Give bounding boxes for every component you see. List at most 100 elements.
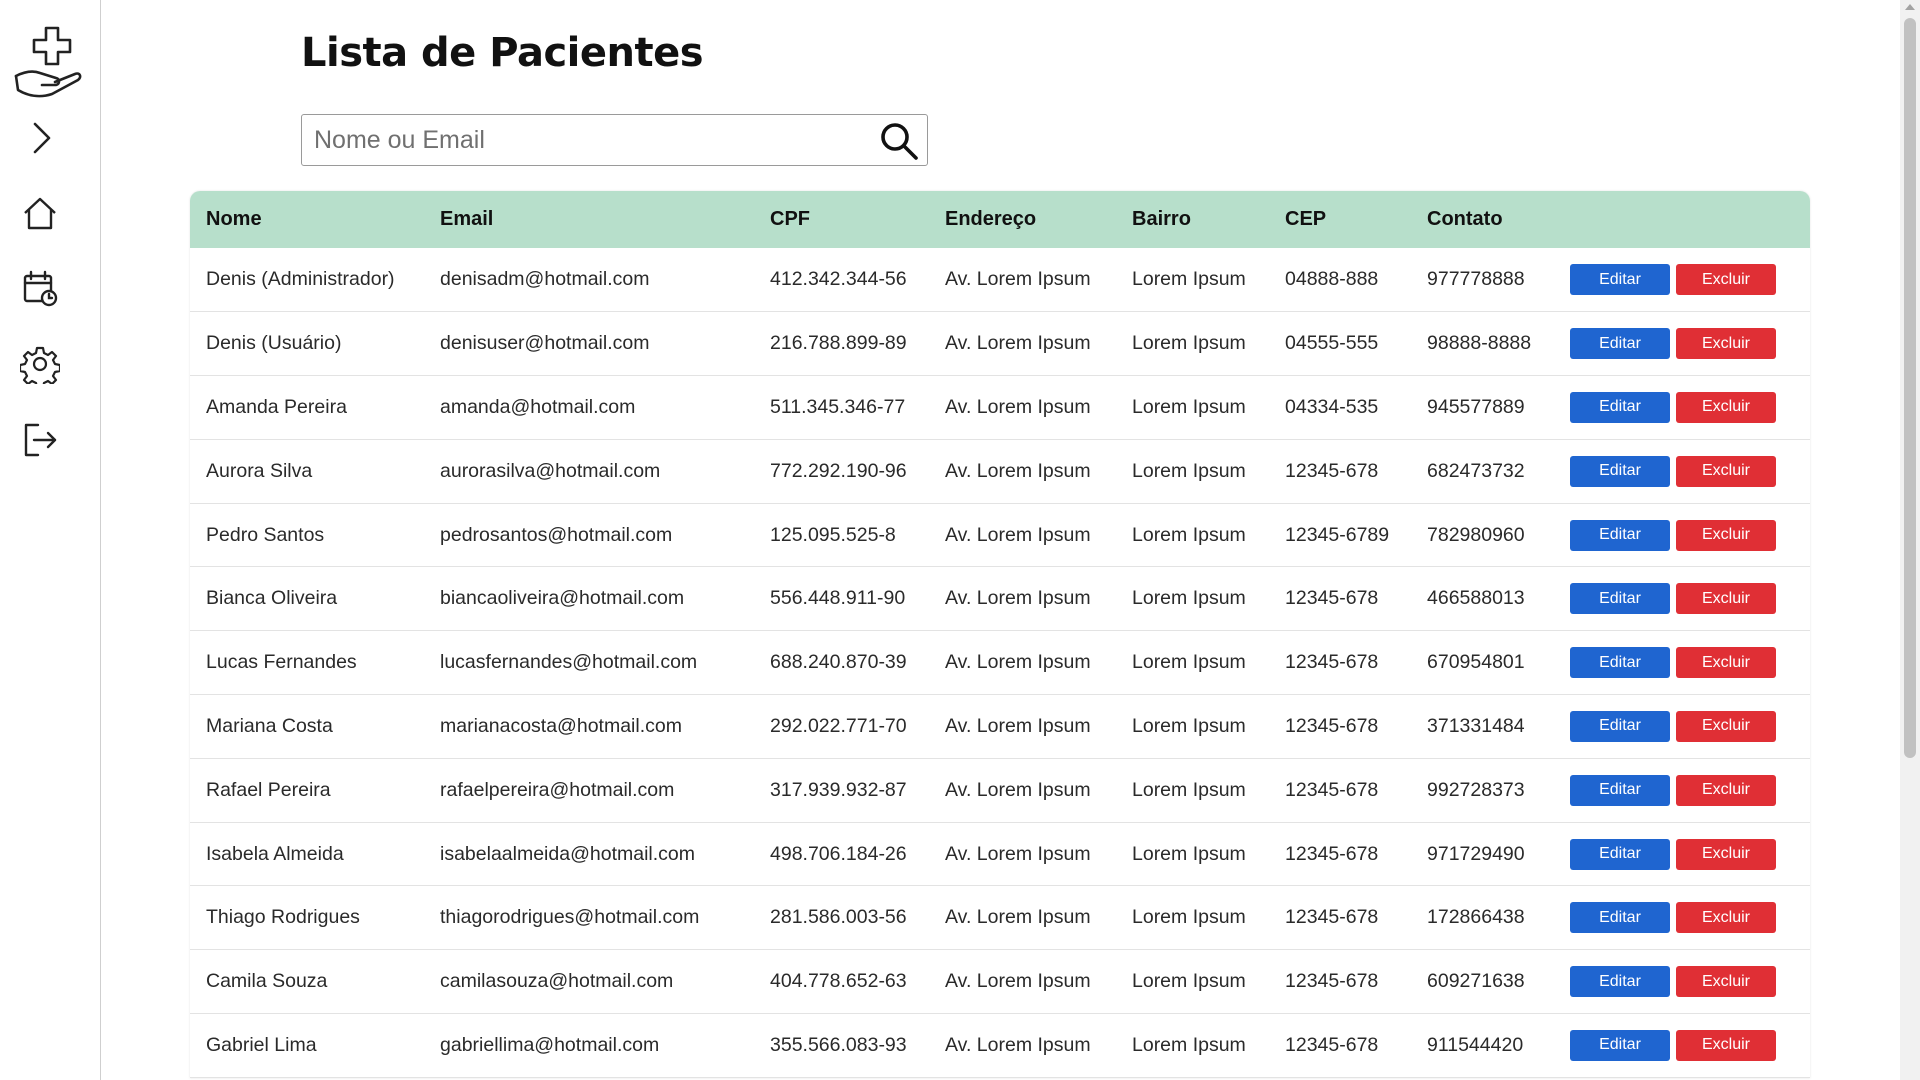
cell-bairro: Lorem Ipsum [1132,268,1246,291]
edit-button[interactable]: Editar [1570,264,1670,296]
table-row: Gabriel Lima gabriellima@hotmail.com 355.5… [190,1013,1810,1078]
delete-button[interactable]: Excluir [1676,1029,1776,1061]
cell-cpf: 404.778.652-63 [770,970,907,993]
calendar-clock-icon[interactable] [20,268,60,308]
cell-bairro: Lorem Ipsum [1132,1033,1246,1056]
cell-cpf: 317.939.932-87 [770,778,907,801]
cell-cep: 12345-678 [1285,906,1379,929]
cell-nome: Gabriel Lima [206,1033,317,1056]
column-header-contato[interactable]: Contato [1411,191,1553,248]
edit-button[interactable]: Editar [1570,328,1670,360]
delete-button[interactable]: Excluir [1676,966,1776,998]
table-row: Denis (Administrador) denisadm@hotmail.co… [190,248,1810,312]
cell-contato: 992728373 [1427,778,1525,801]
delete-button[interactable]: Excluir [1676,519,1776,551]
cell-bairro: Lorem Ipsum [1132,842,1246,865]
vertical-scrollbar[interactable] [1900,0,1920,1080]
cell-contato: 971729490 [1427,842,1525,865]
cell-cep: 12345-6789 [1285,523,1390,546]
edit-button[interactable]: Editar [1570,966,1670,998]
edit-button[interactable]: Editar [1570,838,1670,870]
edit-button[interactable]: Editar [1570,391,1670,423]
cell-endereco: Av. Lorem Ipsum [945,778,1091,801]
column-header-endereco[interactable]: Endereço [929,191,1116,248]
chevron-right-icon[interactable] [20,118,60,158]
column-header-cep[interactable]: CEP [1269,191,1411,248]
edit-button[interactable]: Editar [1570,710,1670,742]
cell-email: biancaoliveira@hotmail.com [440,587,685,610]
cell-cep: 12345-678 [1285,651,1379,674]
row-actions: Editar Excluir [1553,758,1810,822]
page-title: Lista de Pacientes [301,30,704,76]
edit-button[interactable]: Editar [1570,455,1670,487]
column-header-nome[interactable]: Nome [190,191,424,248]
cell-nome: Pedro Santos [206,523,325,546]
cell-cep: 04888-888 [1285,268,1379,291]
column-header-cpf[interactable]: CPF [754,191,929,248]
cell-bairro: Lorem Ipsum [1132,778,1246,801]
row-actions: Editar Excluir [1553,503,1810,567]
care-hand-logo-icon [12,24,90,98]
table-header-row: Nome Email CPF Endereço Bairro CEP Conta… [190,191,1810,248]
cell-cpf: 511.345.346-77 [770,395,906,418]
delete-button[interactable]: Excluir [1676,264,1776,296]
search-bar [301,114,928,166]
logout-icon[interactable] [20,420,60,460]
delete-button[interactable]: Excluir [1676,328,1776,360]
edit-button[interactable]: Editar [1570,519,1670,551]
delete-button[interactable]: Excluir [1676,710,1776,742]
delete-button[interactable]: Excluir [1676,838,1776,870]
column-header-email[interactable]: Email [424,191,754,248]
cell-contato: 466588013 [1427,587,1525,610]
table-row: Bianca Oliveira biancaoliveira@hotmail.co… [190,566,1810,631]
row-actions: Editar Excluir [1553,439,1810,503]
cell-bairro: Lorem Ipsum [1132,714,1246,737]
cell-endereco: Av. Lorem Ipsum [945,523,1091,546]
gear-icon[interactable] [20,344,60,384]
cell-nome: Isabela Almeida [206,842,344,865]
patients-table-container: Nome Email CPF Endereço Bairro CEP Conta… [190,191,1810,1078]
cell-cep: 04334-535 [1285,395,1379,418]
delete-button[interactable]: Excluir [1676,902,1776,934]
delete-button[interactable]: Excluir [1676,391,1776,423]
cell-email: pedrosantos@hotmail.com [440,523,673,546]
column-header-bairro[interactable]: Bairro [1116,191,1269,248]
edit-button[interactable]: Editar [1570,647,1670,679]
row-actions: Editar Excluir [1553,695,1810,759]
cell-nome: Bianca Oliveira [206,587,338,610]
search-input[interactable] [314,115,874,165]
search-icon[interactable] [879,121,919,161]
edit-button[interactable]: Editar [1570,774,1670,806]
edit-button[interactable]: Editar [1570,583,1670,615]
cell-contato: 682473732 [1427,459,1525,482]
table-row: Rafael Pereira rafaelpereira@hotmail.com 3… [190,758,1810,823]
cell-email: isabelaalmeida@hotmail.com [440,842,695,865]
cell-cpf: 556.448.911-90 [770,587,906,610]
cell-contato: 977778888 [1427,268,1525,291]
edit-button[interactable]: Editar [1570,902,1670,934]
cell-bairro: Lorem Ipsum [1132,587,1246,610]
delete-button[interactable]: Excluir [1676,583,1776,615]
scrollbar-thumb[interactable] [1904,18,1916,758]
cell-email: thiagorodrigues@hotmail.com [440,906,700,929]
scroll-up-arrow-icon[interactable] [1905,4,1915,10]
edit-button[interactable]: Editar [1570,1029,1670,1061]
cell-cep: 12345-678 [1285,1033,1379,1056]
delete-button[interactable]: Excluir [1676,774,1776,806]
cell-nome: Denis (Administrador) [206,268,395,291]
delete-button[interactable]: Excluir [1676,647,1776,679]
table-row: Pedro Santos pedrosantos@hotmail.com 125.0… [190,503,1810,567]
patients-table: Nome Email CPF Endereço Bairro CEP Conta… [190,191,1810,1078]
row-actions: Editar Excluir [1553,248,1810,312]
cell-endereco: Av. Lorem Ipsum [945,332,1091,355]
home-icon[interactable] [20,194,60,234]
cell-bairro: Lorem Ipsum [1132,332,1246,355]
cell-bairro: Lorem Ipsum [1132,523,1246,546]
cell-endereco: Av. Lorem Ipsum [945,714,1091,737]
delete-button[interactable]: Excluir [1676,455,1776,487]
table-row: Denis (Usuário) denisuser@hotmail.com 216.… [190,311,1810,376]
table-row: Aurora Silva aurorasilva@hotmail.com 772.2… [190,439,1810,504]
table-row: Camila Souza camilasouza@hotmail.com 404.7… [190,949,1810,1014]
cell-bairro: Lorem Ipsum [1132,906,1246,929]
row-actions: Editar Excluir [1553,950,1810,1014]
